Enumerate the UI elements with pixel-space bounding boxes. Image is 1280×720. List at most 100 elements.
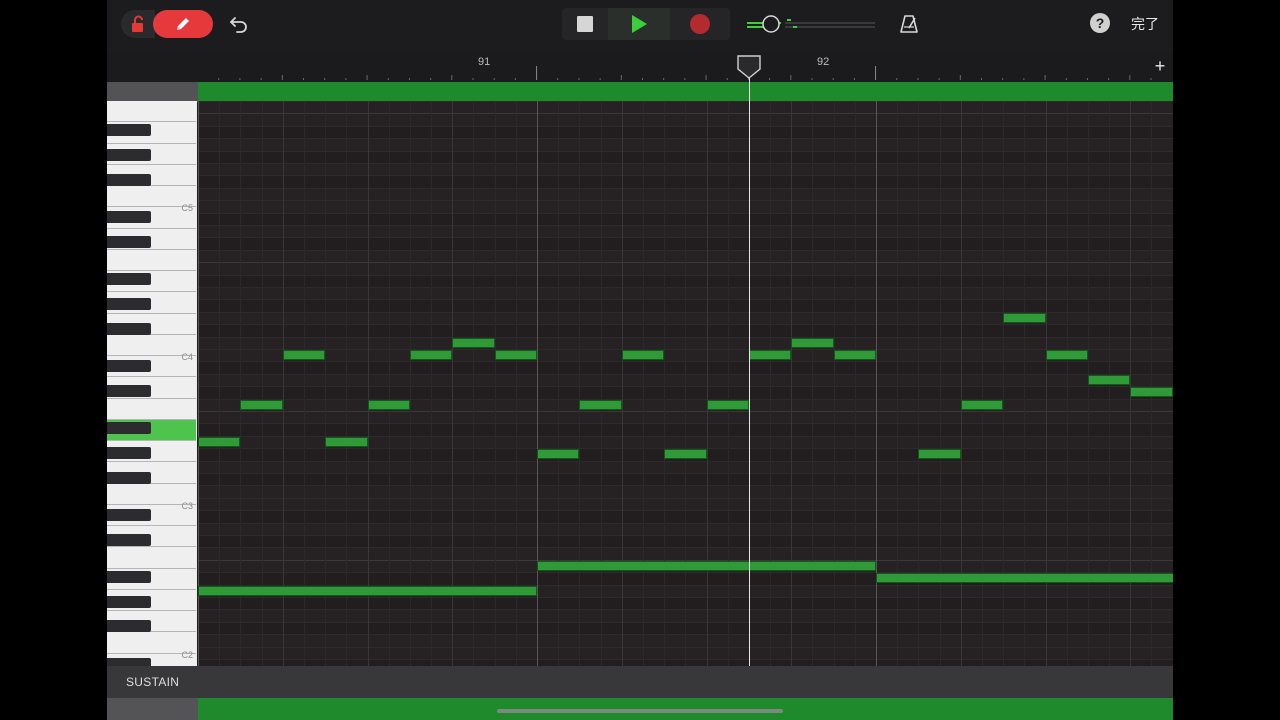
play-icon [632, 15, 647, 33]
black-key[interactable] [107, 322, 151, 335]
black-key[interactable] [107, 211, 151, 224]
grid-beat-line [579, 101, 581, 666]
help-button[interactable]: ? [1090, 13, 1110, 33]
undo-icon [230, 17, 247, 33]
note-grid[interactable] [198, 101, 1173, 666]
lock-button[interactable] [121, 10, 155, 38]
grid-beat-line [770, 101, 772, 666]
black-key[interactable] [107, 235, 151, 248]
midi-note[interactable] [409, 350, 453, 360]
black-key[interactable] [107, 297, 151, 310]
record-button[interactable] [670, 8, 730, 40]
midi-note[interactable] [1087, 374, 1131, 385]
grid-beat-line [282, 101, 284, 666]
grid-beat-line [325, 101, 327, 666]
midi-note[interactable] [791, 337, 834, 348]
midi-note[interactable] [240, 399, 283, 410]
volume-slider[interactable] [747, 14, 877, 34]
grid-beat-line [431, 101, 433, 666]
midi-note[interactable] [537, 449, 580, 460]
midi-note[interactable] [748, 350, 792, 360]
midi-note[interactable] [579, 399, 622, 410]
black-key[interactable] [107, 471, 151, 484]
horizontal-scrollbar[interactable] [497, 709, 783, 713]
grid-beat-line [240, 101, 242, 666]
black-key[interactable] [107, 384, 151, 397]
white-key[interactable] [107, 547, 196, 569]
stop-icon [577, 16, 593, 32]
grid-beat-line [558, 101, 560, 666]
black-key[interactable] [107, 149, 151, 162]
add-button[interactable]: + [1151, 56, 1169, 76]
midi-note[interactable] [876, 573, 1173, 584]
black-key[interactable] [107, 620, 151, 633]
help-icon: ? [1095, 15, 1105, 31]
midi-note[interactable] [1130, 387, 1173, 398]
undo-button[interactable] [225, 10, 253, 38]
midi-note[interactable] [494, 350, 538, 360]
play-button[interactable] [608, 8, 670, 40]
grid-beat-line [346, 101, 348, 666]
midi-note[interactable] [918, 449, 961, 460]
black-key[interactable] [107, 508, 151, 521]
midi-note[interactable] [452, 337, 495, 348]
grid-beat-line [706, 101, 708, 666]
done-button[interactable]: 完了 [1125, 12, 1165, 36]
black-key[interactable] [107, 657, 151, 666]
midi-note[interactable] [367, 399, 410, 410]
black-key[interactable] [107, 359, 151, 372]
grid-beat-line [664, 101, 666, 666]
grid-beat-line [367, 101, 369, 666]
midi-note[interactable] [1003, 312, 1046, 323]
black-key[interactable] [107, 533, 151, 546]
record-icon [690, 14, 710, 34]
region-strip[interactable] [198, 82, 1173, 102]
midi-note[interactable] [282, 350, 326, 360]
midi-note[interactable] [198, 436, 241, 447]
midi-note[interactable] [621, 350, 665, 360]
sustain-left-panel [107, 698, 198, 720]
midi-note[interactable] [664, 449, 707, 460]
piano-keyboard[interactable]: C5 C4 C3 C2 [107, 101, 197, 666]
grid-beat-line [685, 101, 687, 666]
sustain-label: SUSTAIN [126, 675, 180, 689]
piano-roll-editor: ? 完了 91 92 + C5 C4 C3 C2 SUSTAIN [107, 0, 1173, 720]
sustain-lane[interactable]: SUSTAIN [107, 666, 1173, 698]
black-key[interactable] [107, 173, 151, 186]
grid-beat-line [409, 101, 411, 666]
midi-note[interactable] [1045, 350, 1088, 360]
metronome-button[interactable] [895, 10, 923, 38]
playhead-handle[interactable] [737, 55, 761, 79]
midi-note[interactable] [706, 399, 749, 410]
midi-note[interactable] [960, 399, 1004, 410]
grid-beat-line [833, 101, 835, 666]
midi-note[interactable] [325, 436, 368, 447]
octave-label-c5: C5 [181, 203, 193, 213]
white-key[interactable] [107, 101, 196, 123]
grid-beat-line [303, 101, 305, 666]
midi-note[interactable] [198, 585, 538, 596]
midi-note[interactable] [833, 350, 877, 360]
lock-icon [132, 15, 143, 32]
playhead-icon [737, 55, 761, 79]
white-key[interactable] [107, 398, 196, 420]
ruler-left-spacer [107, 52, 198, 82]
pencil-icon [177, 18, 189, 30]
timeline-ruler[interactable]: 91 92 + [198, 52, 1173, 82]
ruler-ticks [218, 66, 1152, 80]
white-key[interactable] [107, 249, 196, 272]
black-key[interactable] [107, 124, 151, 137]
black-key[interactable] [107, 570, 151, 583]
grid-beat-line [727, 101, 729, 666]
grid-beat-line [494, 101, 496, 666]
black-key[interactable] [107, 595, 151, 608]
grid-beat-line [452, 101, 454, 666]
pencil-button[interactable] [153, 10, 213, 38]
black-key[interactable] [107, 446, 151, 459]
stop-button[interactable] [562, 8, 608, 40]
black-key[interactable] [107, 273, 151, 286]
bar-label-92: 92 [817, 56, 830, 68]
midi-note[interactable] [537, 560, 877, 571]
bar-label-91: 91 [478, 56, 491, 68]
black-key[interactable] [107, 421, 151, 434]
